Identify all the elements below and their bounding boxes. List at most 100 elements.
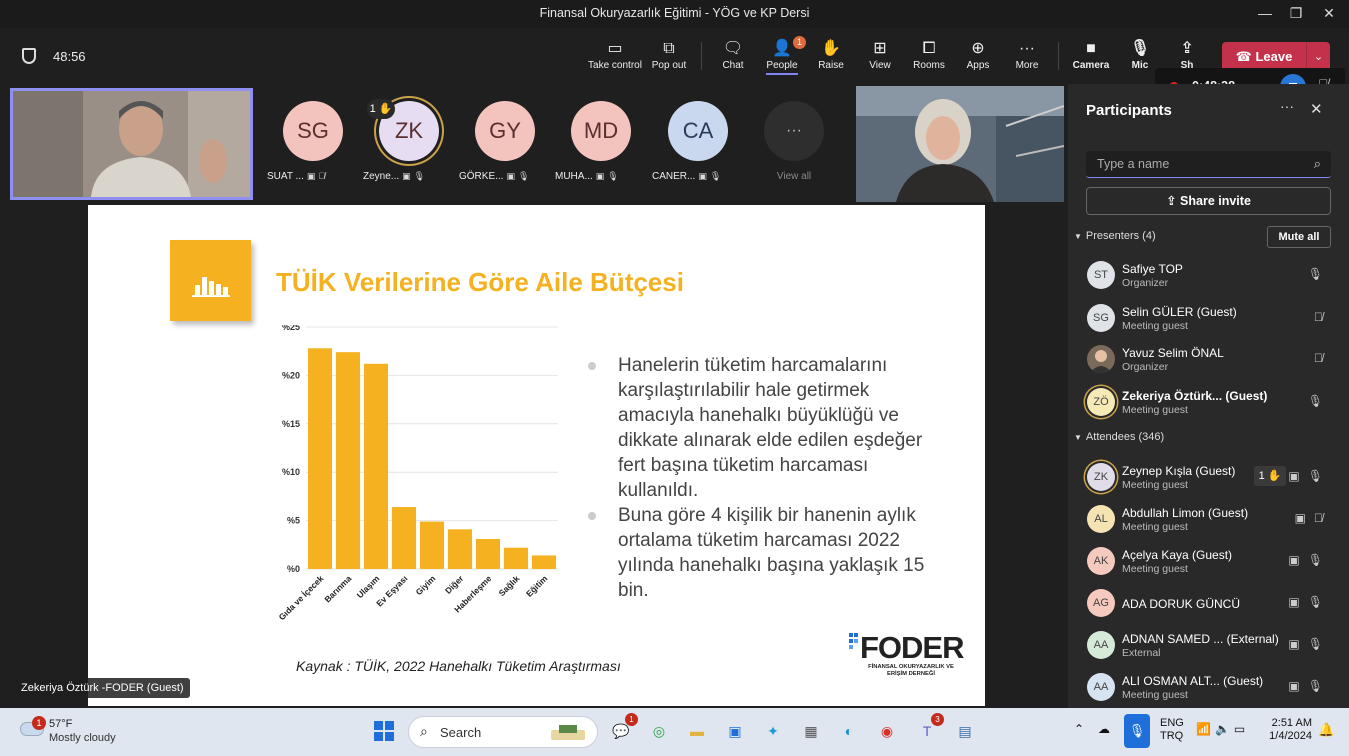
people-badge: 1 (793, 36, 806, 49)
more-button[interactable]: ··· More (1010, 38, 1044, 71)
copilot-icon[interactable]: ◎ (646, 718, 672, 744)
chrome-icon[interactable]: ◉ (874, 718, 900, 744)
raised-hand-badge: 1 ✋ (1254, 466, 1286, 486)
participant-row[interactable]: AA ADNAN SAMED ... (External) External ▣… (1068, 625, 1349, 667)
avatar (1087, 345, 1115, 373)
pop-out-button[interactable]: ⧉ Pop out (648, 38, 690, 71)
clock[interactable]: 2:51 AM 1/4/2024 (1266, 717, 1312, 756)
participant-row[interactable]: AG ADA DORUK GÜNCÜ ▣🎙 (1068, 583, 1349, 625)
participant-tile[interactable]: GY GÖRKE... ▣ 🎙 (459, 101, 545, 211)
participant-row[interactable]: ZÖ Zekeriya Öztürk... (Guest) Meeting gu… (1068, 382, 1349, 424)
chat-button[interactable]: 🗨 Chat (716, 38, 750, 71)
participant-row[interactable]: ZK Zeynep Kışla (Guest) Meeting guest 1 … (1068, 457, 1349, 499)
weather-condition: Mostly cloudy (49, 732, 116, 744)
participant-search[interactable]: ⌕ (1086, 151, 1331, 178)
mute-all-button[interactable]: Mute all (1267, 226, 1331, 248)
participant-row[interactable]: Yavuz Selim ÖNAL Organizer 🎙̸ (1068, 339, 1349, 381)
active-speaker-video[interactable] (10, 88, 253, 200)
participant-video[interactable] (856, 86, 1064, 202)
mic-icon: 🎙 (1307, 267, 1331, 281)
show-hidden-icons-chevron-icon[interactable]: ⌃ (1074, 722, 1084, 756)
ellipsis-icon: ··· (1019, 40, 1035, 57)
participant-tile[interactable]: ZK 1 ✋ Zeyne... ▣ 🎙 (363, 99, 449, 211)
apps-icon: ⊕ (971, 40, 985, 57)
apps-button[interactable]: ⊕ Apps (962, 38, 994, 71)
network-alert-icon[interactable]: ☁ (1098, 722, 1110, 756)
participant-tile[interactable]: SG SUAT ... ▣ 🎙̸ (267, 101, 353, 211)
camera-button[interactable]: ■ Camera (1071, 38, 1111, 71)
take-control-button[interactable]: ▭ Take control (588, 38, 642, 71)
camera-mic-icons: ▣🎙 (1288, 679, 1331, 693)
bullet-list: Hanelerin tüketim harcamalarını karşılaş… (588, 353, 928, 603)
bar (391, 507, 417, 569)
calculator-icon[interactable]: ▦ (798, 718, 824, 744)
file-explorer-icon[interactable]: ▬ (684, 718, 710, 744)
x-tick-label: Giyim (414, 573, 438, 597)
bullet-item: Buna göre 4 kişilik bir hanenin aylık or… (588, 503, 928, 603)
rooms-button[interactable]: ⧠ Rooms (910, 38, 948, 71)
people-button[interactable]: 👤 1 People (764, 36, 806, 75)
participant-name: ALI OSMAN ALT... (Guest) (1122, 674, 1264, 688)
participant-tile[interactable]: CA CANER... ▣ 🎙 (652, 101, 738, 211)
chat-app-icon[interactable]: 💬 1 (608, 713, 638, 744)
participant-role: Meeting guest (1122, 404, 1188, 416)
close-panel-icon[interactable]: ✕ (1310, 100, 1323, 118)
notification-bell-icon[interactable]: 🔔 (1318, 722, 1334, 756)
participant-role: Meeting guest (1122, 521, 1188, 533)
participant-name: CANER... (652, 171, 696, 182)
mic-icon: 🎙 (413, 171, 426, 181)
close-button[interactable]: ✕ (1314, 2, 1344, 24)
presenters-section-toggle[interactable]: ▼ Presenters (4) (1074, 230, 1156, 242)
participant-row[interactable]: AA ALI OSMAN ALT... (Guest) Meeting gues… (1068, 667, 1349, 709)
language-indicator[interactable]: ENG TRQ (1160, 717, 1184, 756)
bar-chart-icon (170, 240, 251, 321)
restore-button[interactable]: ❐ (1281, 2, 1311, 24)
mic-in-use-icon[interactable]: 🎙 (1124, 714, 1150, 748)
bar (419, 521, 445, 569)
raised-hand-badge: 1 ✋ (367, 99, 395, 119)
shield-icon (22, 48, 36, 64)
participant-role: Meeting guest (1122, 689, 1188, 701)
kodi-icon[interactable]: ✦ (760, 718, 786, 744)
temperature: 57°F (49, 718, 73, 730)
windows-start-icon[interactable] (374, 721, 394, 741)
mic-icon: 🎙 (517, 171, 530, 181)
camera-off-icon: ▣ (595, 171, 605, 181)
taskbar-search[interactable]: ⌕ Search (408, 716, 598, 748)
search-input[interactable] (1086, 151, 1296, 176)
teams-icon[interactable]: T3 (914, 713, 944, 744)
participant-name: Zekeriya Öztürk... (Guest) (1122, 389, 1268, 403)
participant-row[interactable]: SG Selin GÜLER (Guest) Meeting guest 🎙̸ (1068, 298, 1349, 340)
wifi-volume-battery-icons[interactable]: 📶🔈▭ (1196, 722, 1249, 756)
raise-hand-button[interactable]: ✋ Raise (814, 38, 848, 71)
attendees-section-toggle[interactable]: ▼ Attendees (346) (1074, 431, 1164, 443)
participant-role: Meeting guest (1122, 563, 1188, 575)
participant-name: ADNAN SAMED ... (External) (1122, 632, 1279, 646)
participant-row[interactable]: ST Safiye TOP Organizer 🎙 (1068, 255, 1349, 297)
camera-mic-icons: ▣🎙 (1288, 469, 1331, 483)
search-highlight-image (551, 725, 585, 740)
toolbar-divider (701, 42, 702, 70)
caret-down-icon: ▼ (1074, 433, 1082, 442)
view-all-tile[interactable]: ··· View all (754, 101, 834, 211)
remote-desktop-icon[interactable]: ▤ (952, 718, 978, 744)
share-button[interactable]: ⇪ Sh (1172, 38, 1202, 71)
meeting-stage: SG SUAT ... ▣ 🎙̸ ZK 1 ✋ Zeyne... ▣ 🎙 GY GÖRK… (0, 84, 1068, 708)
camera-off-icon: ▣ (506, 171, 515, 181)
view-button[interactable]: ⊞ View (864, 38, 896, 71)
more-options-icon[interactable]: ··· (1280, 98, 1294, 114)
search-icon: ⌕ (420, 723, 428, 739)
participant-name: GÖRKE... (459, 171, 504, 182)
participant-name: Yavuz Selim ÖNAL (1122, 346, 1224, 360)
participant-role: External (1122, 647, 1161, 659)
minimize-button[interactable]: — (1250, 2, 1280, 24)
edge-icon[interactable]: ◐ (836, 718, 862, 744)
participant-role: Organizer (1122, 277, 1169, 289)
x-tick-label: Diğer (443, 573, 466, 596)
mic-button[interactable]: 🎙 Mic (1126, 38, 1154, 71)
participant-row[interactable]: AL Abdullah Limon (Guest) Meeting guest … (1068, 499, 1349, 541)
store-icon[interactable]: ▣ (722, 718, 748, 744)
share-invite-button[interactable]: ⇪ Share invite (1086, 187, 1331, 215)
participant-tile[interactable]: MD MUHA... ▣ 🎙 (555, 101, 641, 211)
participant-row[interactable]: AK Açelya Kaya (Guest) Meeting guest ▣🎙 (1068, 541, 1349, 583)
